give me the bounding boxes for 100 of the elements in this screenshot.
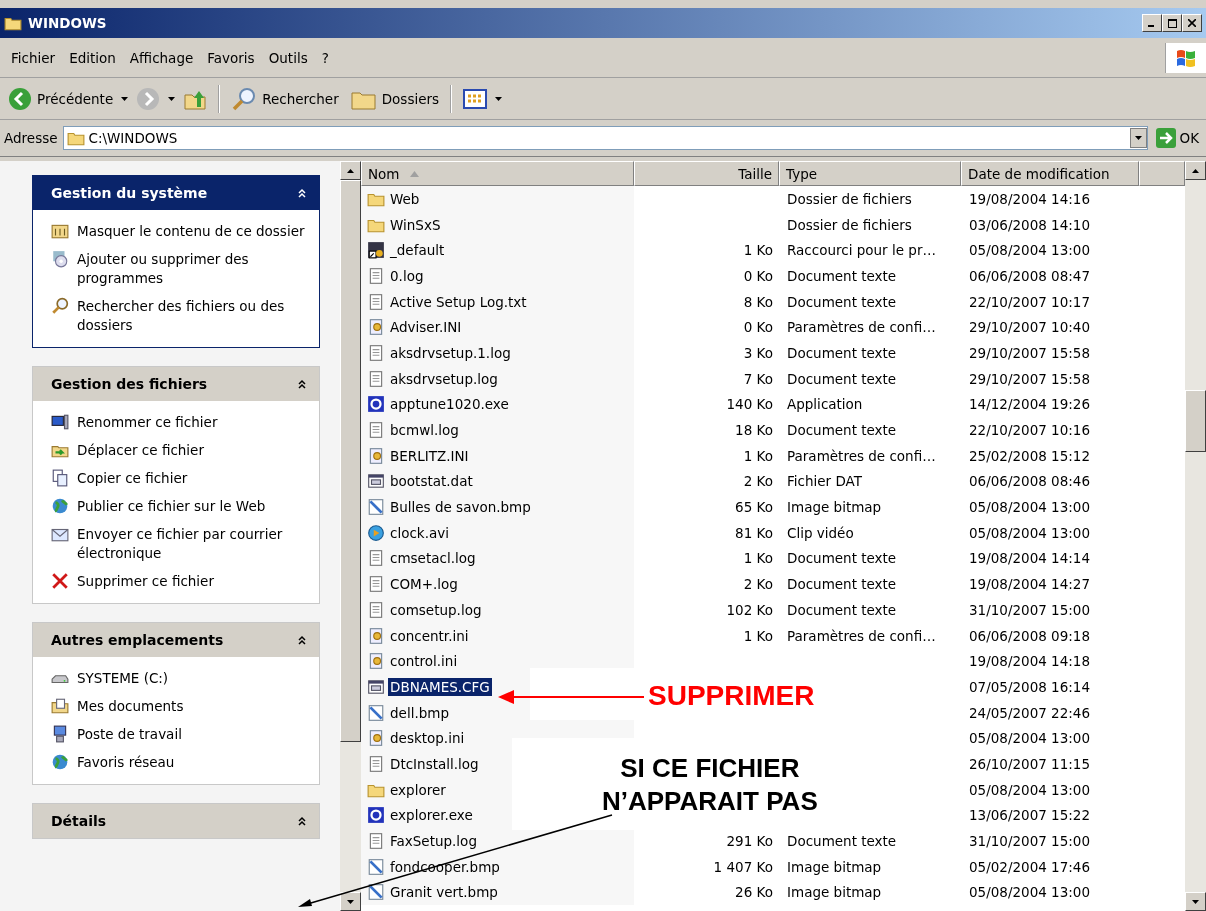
scroll-up-icon[interactable]	[347, 168, 354, 173]
panel-title[interactable]: Détails	[51, 813, 107, 829]
dropdown-button[interactable]	[1129, 128, 1147, 148]
minimize-button[interactable]	[1142, 14, 1162, 32]
file-name[interactable]: control.ini	[388, 652, 460, 671]
collapse-chevron-icon[interactable]	[297, 635, 307, 645]
collapse-chevron-icon[interactable]	[297, 379, 307, 389]
search-icon	[51, 297, 69, 315]
menu-item[interactable]: ?	[314, 47, 336, 68]
file-type: Document texte	[787, 370, 897, 387]
dropdown-arrow-icon[interactable]	[121, 96, 129, 101]
column-header[interactable]: Taille	[634, 161, 779, 186]
column-header[interactable]: Type	[779, 161, 961, 186]
file-size: 8 Ko	[743, 293, 773, 310]
menu-item[interactable]: Affichage	[122, 47, 201, 68]
scroll-down-icon[interactable]	[1192, 899, 1199, 904]
windows-flag-logo	[1165, 42, 1206, 73]
task-link[interactable]: SYSTEME (C:)	[77, 669, 169, 688]
file-type: Document texte	[787, 293, 897, 310]
search-icon	[231, 85, 258, 112]
file-name[interactable]: Web	[388, 189, 422, 208]
file-name[interactable]: WinSxS	[388, 215, 443, 234]
file-date: 06/06/2008 09:18	[969, 627, 1090, 644]
file-type: Document texte	[787, 550, 897, 567]
shortcut-icon	[367, 241, 385, 260]
file-date: 06/06/2008 08:47	[969, 267, 1090, 284]
text-file-icon	[367, 343, 385, 362]
menu-item[interactable]: Favoris	[200, 47, 262, 68]
menu-item[interactable]: Outils	[261, 47, 315, 68]
search-button[interactable]: Rechercher	[227, 83, 343, 114]
back-button[interactable]: Précédente	[4, 84, 118, 113]
text-file-icon	[367, 754, 385, 773]
file-date: 29/10/2007 10:40	[969, 319, 1090, 336]
file-date: 19/08/2004 14:16	[969, 190, 1090, 207]
column-header[interactable]: Date de modification	[961, 161, 1139, 186]
file-type: Fichier DAT	[787, 473, 862, 490]
file-size: 1 Ko	[743, 447, 773, 464]
file-name[interactable]: COM+.log	[388, 575, 460, 594]
file-date: 19/08/2004 14:14	[969, 550, 1090, 567]
scrollbar[interactable]	[1185, 161, 1206, 911]
task-link[interactable]: Mes documents	[77, 697, 184, 716]
collapse-chevron-icon[interactable]	[297, 816, 307, 826]
address-field[interactable]: C:\WINDOWS	[62, 126, 1148, 150]
annotation-text: SI CE FICHIER N’APPARAIT PAS	[602, 752, 818, 818]
task-link[interactable]: Envoyer ce fichier par courrier électronique	[77, 525, 309, 563]
menu-item[interactable]: Edition	[62, 47, 123, 68]
file-name[interactable]: Adviser.INI	[388, 318, 464, 337]
scrollbar[interactable]	[340, 161, 361, 911]
scrollbar-thumb[interactable]	[1185, 390, 1206, 452]
task-link[interactable]: Supprimer ce fichier	[77, 572, 214, 591]
go-button[interactable]: OK	[1152, 128, 1202, 148]
menu-item[interactable]: Fichier	[4, 47, 63, 68]
task-link[interactable]: Favoris réseau	[77, 753, 175, 772]
window-icon	[51, 222, 69, 240]
text-file-icon	[367, 832, 385, 851]
maximize-button[interactable]	[1162, 14, 1182, 32]
file-type: Application	[787, 396, 863, 413]
image-file-icon	[367, 498, 385, 517]
file-type: Document texte	[787, 833, 897, 850]
file-name[interactable]: explorer	[388, 780, 448, 799]
file-date: 05/08/2004 13:00	[969, 884, 1090, 901]
task-link[interactable]: Déplacer ce fichier	[77, 441, 204, 460]
file-type: Document texte	[787, 344, 897, 361]
callout-label: SUPPRIMER	[648, 680, 815, 712]
file-size: 291 Ko	[726, 833, 773, 850]
disc-icon	[51, 250, 69, 268]
sort-arrow-icon	[409, 170, 419, 177]
folders-button[interactable]: Dossiers	[346, 85, 444, 112]
file-name[interactable]: dell.bmp	[388, 703, 451, 722]
file-name[interactable]: clock.avi	[388, 523, 451, 542]
file-size: 0 Ko	[743, 319, 773, 336]
file-name[interactable]: DBNAMES.CFG	[388, 677, 492, 696]
file-date: 31/10/2007 15:00	[969, 833, 1090, 850]
file-size: 7 Ko	[743, 370, 773, 387]
dropdown-arrow-icon[interactable]	[168, 96, 176, 101]
file-name[interactable]: 0.log	[388, 266, 426, 285]
task-link[interactable]: Publier ce fichier sur le Web	[77, 497, 266, 516]
scroll-down-icon[interactable]	[347, 899, 354, 904]
task-link[interactable]: Copier ce fichier	[77, 469, 188, 488]
data-file-icon	[367, 677, 385, 696]
task-link[interactable]: Masquer le contenu de ce dossier	[77, 222, 305, 241]
file-type: Image bitmap	[787, 884, 882, 901]
close-button[interactable]	[1182, 14, 1202, 32]
file-size: 3 Ko	[743, 344, 773, 361]
task-link[interactable]: Poste de travail	[77, 725, 182, 744]
file-date: 05/08/2004 13:00	[969, 781, 1090, 798]
file-type: Document texte	[787, 601, 897, 618]
file-size: 1 Ko	[743, 627, 773, 644]
column-header[interactable]: Nom	[361, 161, 634, 186]
task-link[interactable]: Ajouter ou supprimer des programmes	[77, 250, 309, 288]
scrollbar-thumb[interactable]	[340, 180, 361, 742]
file-name[interactable]: _default	[388, 241, 447, 260]
file-type: Document texte	[787, 267, 897, 284]
settings-file-icon	[367, 652, 385, 671]
dropdown-arrow-icon[interactable]	[495, 96, 503, 101]
file-name[interactable]: bcmwl.log	[388, 421, 461, 440]
application-icon	[367, 806, 385, 825]
task-link[interactable]: Rechercher des fichiers ou des dossiers	[77, 297, 309, 335]
task-link[interactable]: Renommer ce fichier	[77, 413, 218, 432]
scroll-up-icon[interactable]	[1192, 168, 1199, 173]
